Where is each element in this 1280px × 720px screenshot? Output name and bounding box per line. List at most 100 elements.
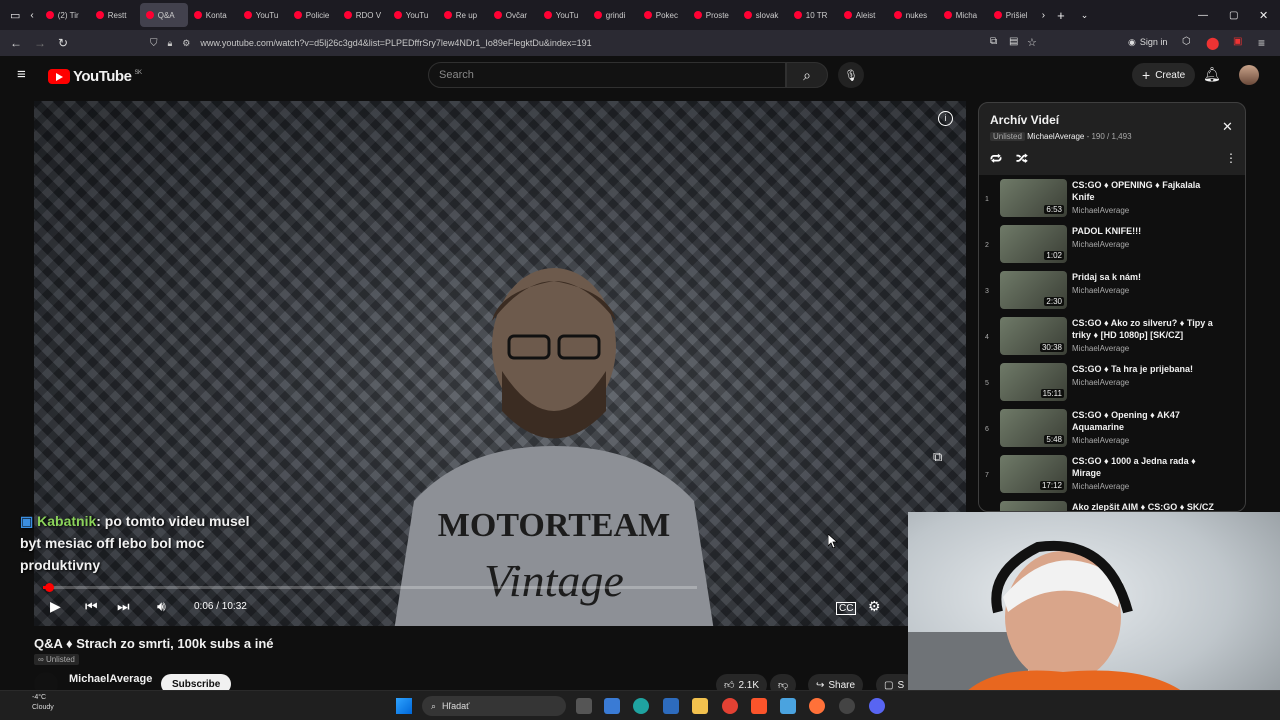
playlist-item-title[interactable]: CS:GO ♦ Ta hra je prijebana!	[1072, 363, 1222, 375]
start-button-icon[interactable]	[396, 698, 412, 714]
brave-icon[interactable]	[751, 698, 767, 714]
browser-tab[interactable]: Prišiel	[988, 3, 1038, 27]
playlist-item[interactable]: 6 5:48 CS:GO ♦ Opening ♦ AK47 Aquamarine Mi…	[979, 407, 1245, 453]
playlist-menu-icon[interactable]: ⋮	[1225, 151, 1237, 165]
browser-tab[interactable]: Konta	[188, 3, 238, 27]
miniplayer-icon[interactable]: ⧉	[933, 449, 942, 465]
browser-tab[interactable]: nukes	[888, 3, 938, 27]
playlist-item-title[interactable]: Pridaj sa k nám!	[1072, 271, 1222, 283]
playlist-item-title[interactable]: Ako zlepšit AIM ♦ CS:GO ♦ SK/CZ	[1072, 501, 1222, 511]
weather-widget[interactable]: -4°C Cloudy	[12, 693, 54, 713]
next-icon[interactable]: ⏭	[117, 598, 130, 615]
browser-tab[interactable]: Q&A	[139, 3, 188, 27]
tabs-scroll-left-icon[interactable]: ‹	[30, 10, 33, 21]
playlist-item[interactable]: 7 17:12 CS:GO ♦ 1000 a Jedna rada ♦ Mirage…	[979, 453, 1245, 499]
taskbar-search[interactable]: ⌕ Hľadať	[422, 696, 566, 716]
search-input[interactable]: Search	[428, 62, 786, 88]
browser-tab[interactable]: slovak	[738, 3, 788, 27]
browser-tab[interactable]: (2) Tir	[40, 3, 90, 27]
playlist-item-thumbnail[interactable]: 17:12	[1000, 455, 1067, 493]
playlist-item[interactable]: 4 30:38 CS:GO ♦ Ako zo silveru? ♦ Tipy a t…	[979, 315, 1245, 361]
voice-search-button[interactable]: 🎙︎	[838, 62, 864, 88]
photos-icon[interactable]	[663, 698, 679, 714]
browser-tab[interactable]: 10 TR	[788, 3, 838, 27]
shield-icon[interactable]: ⛉	[150, 38, 158, 49]
notifications-bell-icon[interactable]: 🔔︎	[1203, 66, 1221, 83]
previous-icon[interactable]: ⏮	[85, 598, 98, 615]
tab-list-icon[interactable]: ⌄	[1081, 10, 1089, 21]
browser-tab[interactable]: Pokec	[638, 3, 688, 27]
firefox-icon[interactable]	[809, 698, 825, 714]
browser-tab[interactable]: Re up	[438, 3, 488, 27]
playlist-title[interactable]: Archív Videí	[990, 113, 1234, 127]
playlist-item-thumbnail[interactable]: 30:38	[1000, 317, 1067, 355]
playlist-item-thumbnail[interactable]	[1000, 501, 1067, 511]
browser-tab[interactable]: Restt	[90, 3, 140, 27]
extension-badge-icon[interactable]: ⬤	[1206, 36, 1219, 50]
playlist-item-title[interactable]: CS:GO ♦ Ako zo silveru? ♦ Tipy a triky ♦…	[1072, 317, 1222, 341]
extensions-icon[interactable]: ⬡	[1182, 36, 1191, 47]
bookmark-star-icon[interactable]: ☆	[1027, 36, 1037, 49]
playlist-item-title[interactable]: CS:GO ♦ OPENING ♦ Fajkalala Knife	[1072, 179, 1222, 203]
settings-gear-icon[interactable]: ⚙︎	[868, 598, 881, 615]
tab-overview-icon[interactable]: ▭	[10, 9, 20, 22]
playlist-owner[interactable]: MichaelAverage	[1027, 132, 1084, 141]
playlist-item-thumbnail[interactable]: 2:30	[1000, 271, 1067, 309]
playlist-item[interactable]: 8Ako zlepšit AIM ♦ CS:GO ♦ SK/CZMichaelA…	[979, 499, 1245, 511]
browser-tab[interactable]: Proste	[688, 3, 738, 27]
close-window-icon[interactable]: ✕	[1259, 9, 1268, 22]
browser-tab[interactable]: Micha	[938, 3, 988, 27]
back-icon[interactable]: ←	[10, 36, 22, 50]
playlist-item-thumbnail[interactable]: 1:02	[1000, 225, 1067, 263]
playlist-item[interactable]: 5 15:11 CS:GO ♦ Ta hra je prijebana! Michae…	[979, 361, 1245, 407]
progress-bar[interactable]	[43, 583, 697, 592]
url-text[interactable]: www.youtube.com/watch?v=d5lj26c3gd4&list…	[200, 38, 591, 48]
create-button[interactable]: + Create	[1132, 63, 1196, 87]
forward-icon[interactable]: →	[34, 36, 46, 50]
browser-tab[interactable]: RDO V	[338, 3, 388, 27]
playlist-item-thumbnail[interactable]: 6:53	[1000, 179, 1067, 217]
channel-name[interactable]: MichaelAverage	[69, 673, 152, 685]
youtube-logo[interactable]: YouTube SK	[48, 68, 142, 85]
task-view-icon[interactable]	[576, 698, 592, 714]
hamburger-menu-icon[interactable]: ≡	[17, 66, 26, 83]
loop-icon[interactable]: 🔁︎	[990, 151, 1002, 168]
info-icon[interactable]: i	[938, 111, 953, 126]
playlist-item[interactable]: 1 6:53 CS:GO ♦ OPENING ♦ Fajkalala Knife Mi…	[979, 177, 1245, 223]
browser-tab[interactable]: YouTu	[238, 3, 288, 27]
browser-tab[interactable]: Ovčar	[488, 3, 538, 27]
playlist-item-title[interactable]: CS:GO ♦ Opening ♦ AK47 Aquamarine	[1072, 409, 1222, 433]
close-playlist-icon[interactable]: ✕	[1222, 119, 1233, 135]
reader-view-icon[interactable]: ▤	[1009, 36, 1018, 47]
sign-in-button[interactable]: ◉ Sign in	[1128, 37, 1167, 48]
picture-in-picture-icon[interactable]: ⧉	[990, 36, 997, 47]
browser-tab[interactable]: Aleist	[838, 3, 888, 27]
browser-tab[interactable]: YouTu	[388, 3, 438, 27]
playlist-item-title[interactable]: CS:GO ♦ 1000 a Jedna rada ♦ Mirage	[1072, 455, 1222, 479]
extension-red-icon[interactable]: ▣	[1233, 36, 1242, 47]
playlist-item-title[interactable]: PADOL KNIFE!!!	[1072, 225, 1222, 237]
playlist-item[interactable]: 2 1:02 PADOL KNIFE!!! MichaelAverage	[979, 223, 1245, 269]
edge-icon[interactable]	[633, 698, 649, 714]
new-tab-icon[interactable]: +	[1057, 8, 1065, 23]
notepad-icon[interactable]	[780, 698, 796, 714]
search-button[interactable]: ⌕	[786, 62, 828, 88]
playlist-item-thumbnail[interactable]: 15:11	[1000, 363, 1067, 401]
avatar[interactable]	[1239, 65, 1259, 85]
file-explorer-icon[interactable]	[692, 698, 708, 714]
tabs-scroll-right-icon[interactable]: ›	[1042, 10, 1045, 21]
browser-tab[interactable]: YouTu	[538, 3, 588, 27]
captions-icon[interactable]: CC	[836, 602, 857, 615]
store-icon[interactable]	[604, 698, 620, 714]
browser-tab[interactable]: Policie	[288, 3, 338, 27]
chrome-icon[interactable]	[722, 698, 738, 714]
playlist-item-thumbnail[interactable]: 5:48	[1000, 409, 1067, 447]
reload-icon[interactable]: ↻	[58, 36, 68, 50]
minimize-icon[interactable]: —	[1198, 10, 1208, 21]
browser-menu-icon[interactable]: ≡	[1258, 36, 1265, 50]
discord-icon[interactable]	[869, 698, 885, 714]
address-bar[interactable]: ⛉ 🔒︎ ⚙︎ www.youtube.com/watch?v=d5lj26c3…	[150, 33, 1050, 53]
play-icon[interactable]: ▶	[50, 598, 61, 615]
obs-icon[interactable]	[839, 698, 855, 714]
page-settings-icon[interactable]: ⚙︎	[182, 38, 190, 49]
